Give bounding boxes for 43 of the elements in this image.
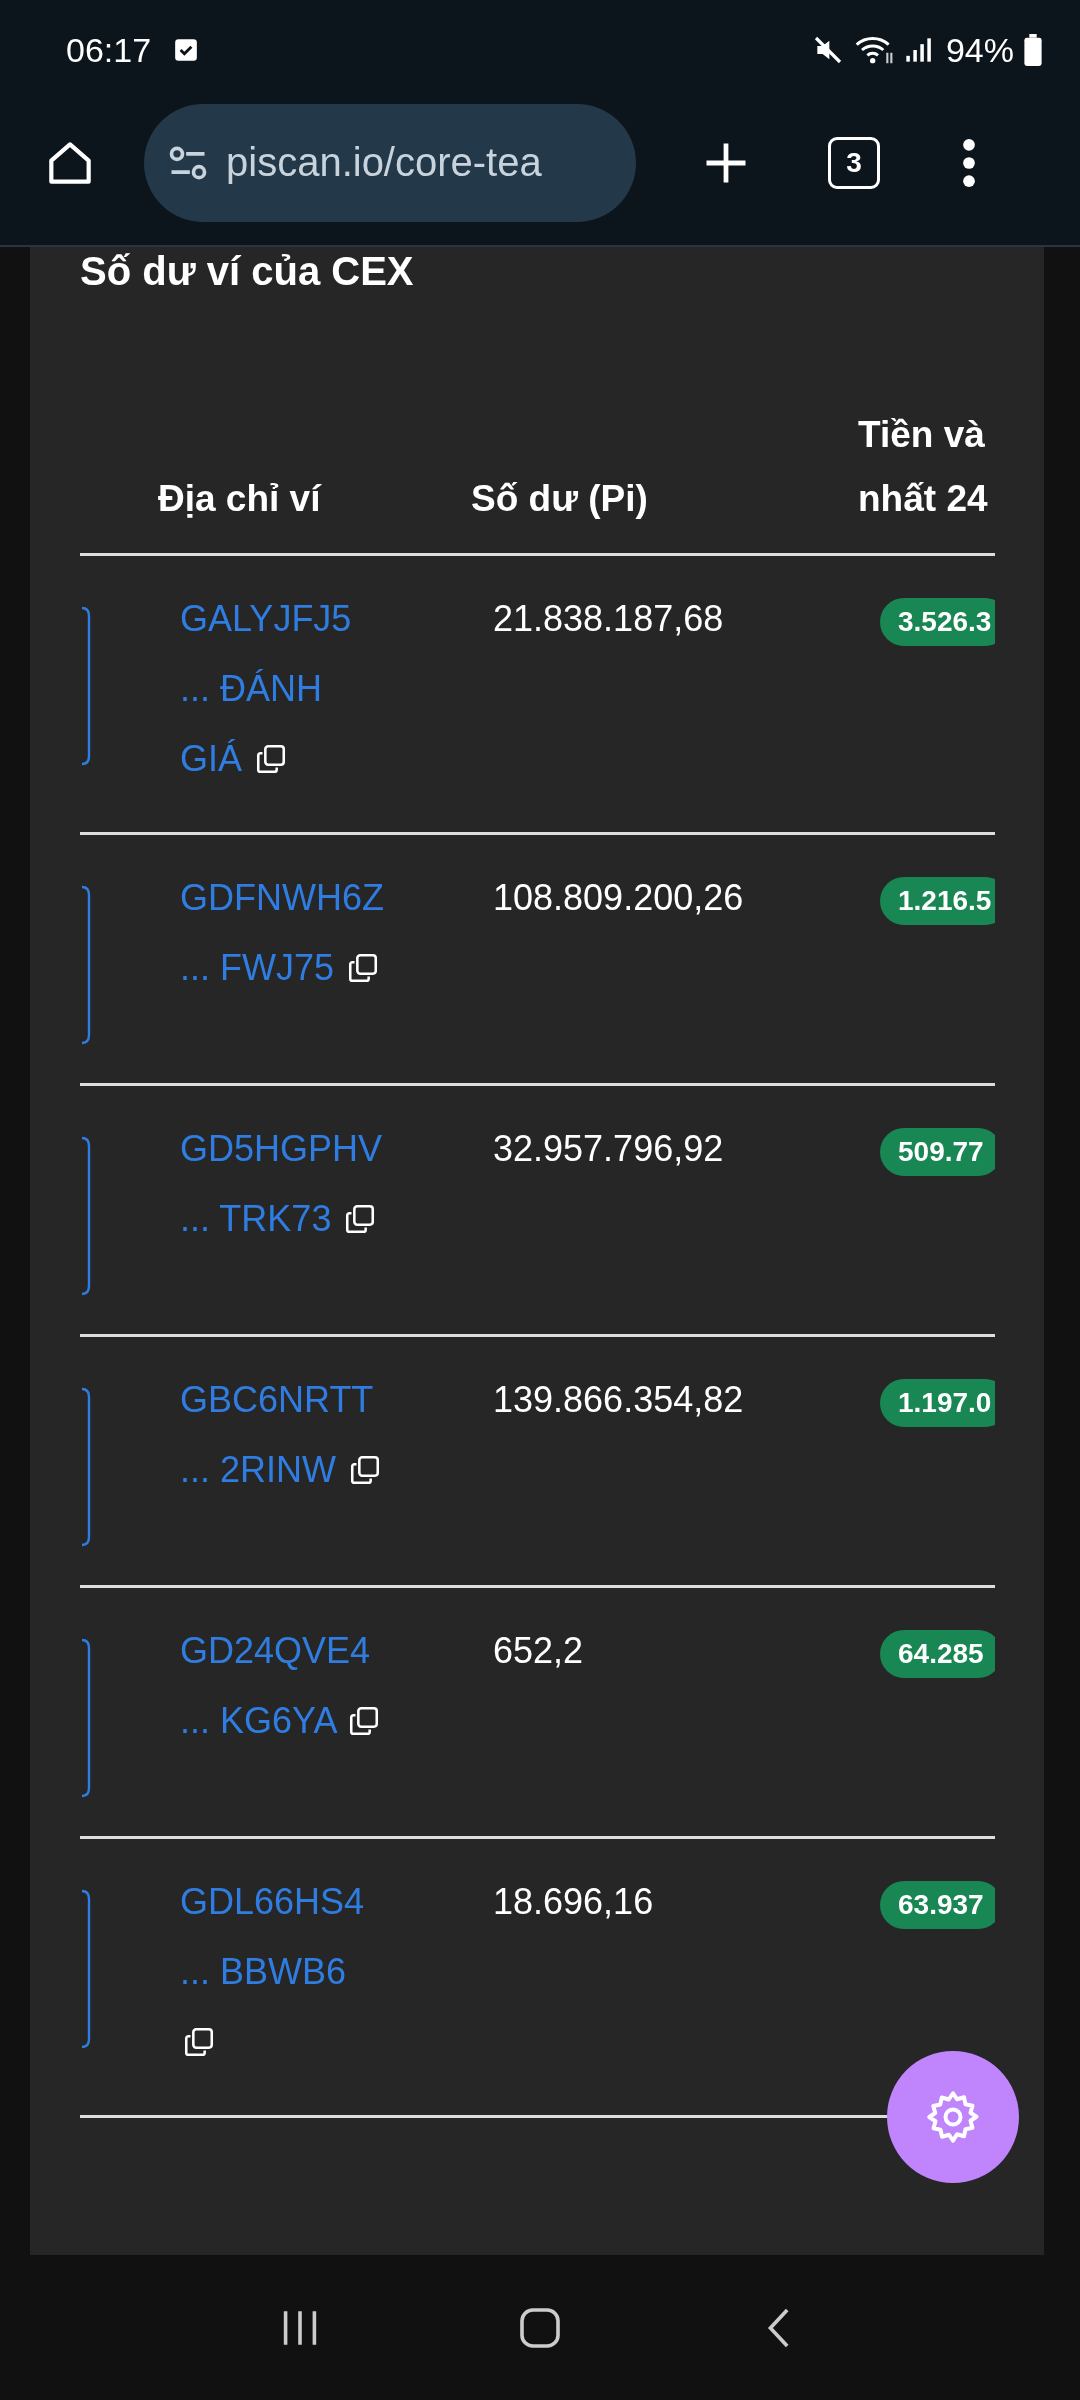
balance-cell-text: 32.957.796,92 <box>493 1127 725 1171</box>
address-link[interactable]: GBC6NRTT <box>180 1365 493 1435</box>
bracket-icon <box>80 885 92 1045</box>
address-link[interactable]: GDL66HS4 <box>180 1867 493 1937</box>
column-header: Tiền và nhất 24 <box>858 413 989 521</box>
signal-icon <box>903 35 932 65</box>
address-link[interactable]: GD24QVE4 <box>180 1616 493 1686</box>
change-badge: 3.526.3 <box>880 598 995 646</box>
page-title: Số dư ví của CEX <box>80 248 415 295</box>
bracket-icon <box>80 1638 92 1798</box>
address-bar[interactable]: piscan.io/core-tea <box>144 103 636 222</box>
balance-cell-text: 21.838.187,68 <box>493 597 725 641</box>
checkbox-notification-icon <box>173 37 200 63</box>
address-link[interactable]: ... BBWB6 <box>180 1937 383 2077</box>
balance-cell-text: 18.696,16 <box>493 1880 655 1924</box>
bracket-icon <box>80 1387 92 1547</box>
status-time: 06:17 <box>66 30 152 70</box>
change-badge: 64.285 <box>880 1630 995 1678</box>
address-link[interactable]: ... KG6YA <box>180 1686 383 1756</box>
balance-cell-text: 139.866.354,82 <box>493 1378 745 1422</box>
bracket-icon <box>80 606 92 766</box>
copy-icon[interactable] <box>348 1453 382 1487</box>
address-link[interactable]: ... ĐÁNH GIÁ <box>180 654 383 794</box>
change-badge: 509.77 <box>880 1128 995 1176</box>
address-link[interactable]: ... TRK73 <box>180 1184 383 1254</box>
battery-icon <box>1024 34 1042 66</box>
more-menu-icon[interactable] <box>962 136 976 189</box>
wifi-icon <box>853 34 894 66</box>
battery-percent: 94% <box>945 30 1014 70</box>
tab-count-button[interactable]: 3 <box>828 136 880 189</box>
copy-icon[interactable] <box>182 2025 216 2059</box>
balance-cell-text: 108.809.200,26 <box>493 876 745 920</box>
change-badge: 1.197.0 <box>880 1379 995 1427</box>
bracket-icon <box>80 1136 92 1296</box>
change-badge: 1.216.5 <box>880 877 995 925</box>
address-link[interactable]: GD5HGPHV <box>180 1114 493 1184</box>
address-link[interactable]: GALYJFJ5 <box>180 584 493 654</box>
change-badge: 63.937 <box>880 1881 995 1929</box>
address-link[interactable]: GDFNWH6Z <box>180 863 493 933</box>
address-link[interactable]: ... FWJ75 <box>180 933 383 1003</box>
bracket-icon <box>80 1889 92 2049</box>
address-link[interactable]: ... 2RINW <box>180 1435 383 1505</box>
balance-cell-text: 652,2 <box>493 1629 585 1673</box>
